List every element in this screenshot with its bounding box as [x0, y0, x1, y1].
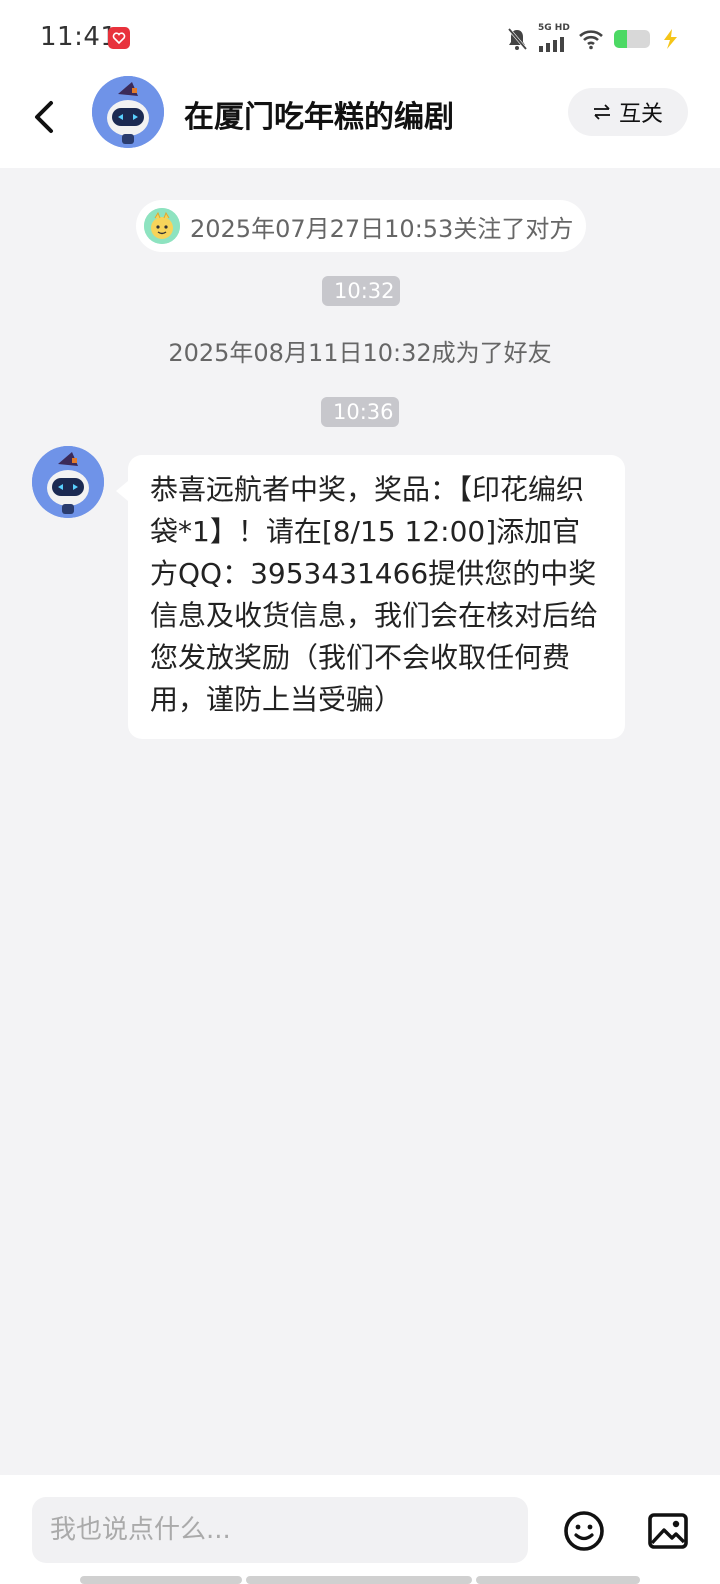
emoji-button[interactable] — [562, 1509, 606, 1553]
wifi-icon — [579, 30, 603, 50]
signal-icon: 5G HD — [538, 23, 570, 52]
home-indicator-center — [246, 1576, 472, 1584]
status-icons: 5G HD — [506, 23, 680, 52]
chat-screen: 11:41 5G HD 在厦门吃年糕的编剧 互关 2025年07月27日10:5… — [0, 0, 720, 1584]
timestamp-chip: 10:32 — [322, 276, 400, 306]
emoji-icon — [564, 1511, 604, 1551]
charging-icon — [664, 29, 677, 49]
swap-arrows-icon — [593, 104, 610, 120]
app-badge-icon — [108, 27, 130, 49]
avatar[interactable] — [92, 76, 164, 148]
image-icon — [648, 1513, 688, 1549]
follow-notice: 2025年07月27日10:53关注了对方 — [136, 200, 586, 252]
friend-notice: 2025年08月11日10:32成为了好友 — [168, 339, 552, 367]
back-button[interactable] — [26, 92, 62, 142]
mutual-follow-label: 互关 — [618, 102, 663, 127]
message-bubble[interactable]: 恭喜远航者中奖，奖品：【印花编织袋*1】！请在[8/15 12:00]添加官方Q… — [116, 455, 625, 739]
mute-icon — [507, 28, 528, 50]
network-label: 5G HD — [538, 23, 570, 33]
battery-fill — [614, 30, 627, 48]
status-bar: 11:41 5G HD — [0, 0, 720, 72]
mutual-follow-button[interactable]: 互关 — [568, 88, 688, 136]
chat-title: 在厦门吃年糕的编剧 — [184, 100, 454, 135]
chat-header: 在厦门吃年糕的编剧 互关 — [0, 72, 720, 168]
input-bar — [0, 1475, 720, 1584]
back-arrow-icon — [35, 101, 53, 133]
timestamp-chip: 10:36 — [321, 397, 399, 427]
user-avatar-icon — [144, 208, 180, 244]
follow-notice-text: 2025年07月27日10:53关注了对方 — [190, 214, 574, 243]
battery-icon — [614, 30, 650, 48]
sender-avatar[interactable] — [32, 446, 104, 518]
home-indicator-right — [476, 1576, 640, 1584]
message-input[interactable] — [32, 1497, 528, 1563]
home-indicator-left — [80, 1576, 242, 1584]
image-button[interactable] — [646, 1509, 690, 1553]
status-time: 11:41 — [40, 22, 118, 52]
